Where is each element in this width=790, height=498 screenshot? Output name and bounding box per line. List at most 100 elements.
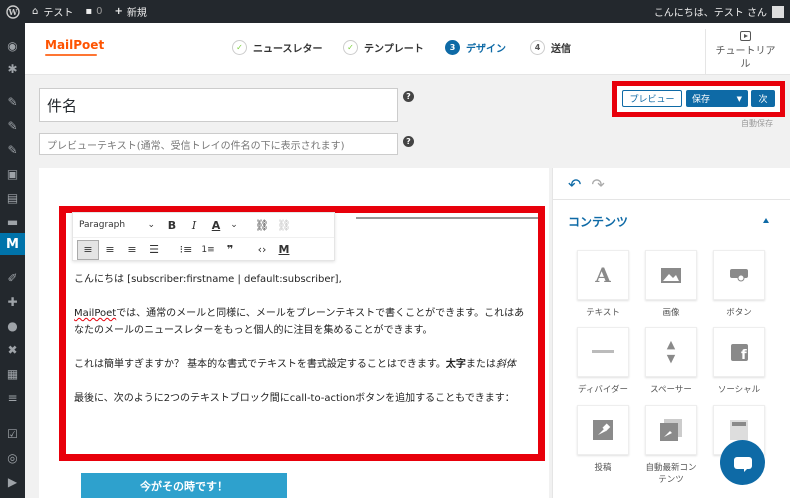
paragraph-intro: MailPoetでは、通常のメールと同様に、メールをプレーンテキストで書くことが… [74, 308, 525, 336]
paragraph-cta: 最後に、次のように2つのテキストブロック間にcall-to-actionボタンを… [74, 393, 515, 404]
site-name-label: テスト [43, 8, 74, 19]
widget-divider[interactable]: ディバイダー [577, 327, 629, 396]
chevron-down-icon[interactable]: ⌄ [227, 215, 241, 235]
circle-icon[interactable]: ◎ [4, 449, 21, 466]
widget-image[interactable]: 画像 [645, 250, 697, 319]
spacer-icon: ▲ ▼ [645, 327, 697, 377]
widget-social[interactable]: f ソーシャル [713, 327, 765, 396]
align-left-icon[interactable]: ≡ [77, 239, 99, 260]
play-icon[interactable]: ▶ [4, 473, 21, 490]
social-icon: f [713, 327, 765, 377]
pages-icon[interactable]: ▤ [4, 189, 21, 206]
content-heading[interactable]: コンテンツ [568, 213, 628, 230]
admin-bar: W ⌂ テスト ▪ 0 + 新規 こんにちは、テスト さん [0, 0, 790, 23]
image-icon [645, 250, 697, 300]
pin-icon[interactable]: ✎ [4, 117, 21, 134]
users-icon[interactable]: ● [4, 317, 21, 334]
plugins-icon[interactable]: ✚ [4, 293, 21, 310]
caret-down-icon[interactable]: ▼ [737, 95, 742, 103]
link-icon[interactable]: ⛓ [251, 215, 273, 235]
tools-icon[interactable]: ✖ [4, 341, 21, 358]
wordpress-logo-icon[interactable]: W [0, 0, 26, 23]
comment-icon: ▪ [85, 6, 93, 17]
bullet-list-icon[interactable]: ⁝≡ [175, 240, 197, 260]
chat-support-button[interactable] [720, 440, 765, 485]
preheader-field[interactable]: プレビューテキスト(通常、受信トレイの件名の下に表示されます) [39, 133, 398, 155]
settings-icon[interactable]: ▦ [4, 365, 21, 382]
save-button[interactable]: 保存 ▼ [686, 90, 748, 107]
pin-icon[interactable]: ✎ [4, 93, 21, 110]
unlink-icon[interactable]: ⛓ [273, 215, 295, 235]
tutorial-button[interactable]: チュートリアル [705, 29, 785, 75]
email-canvas: Paragraph ⌄ B I A ⌄ ⛓ ⛓ ≡ ≡ ≡ ☰ ⁝≡ 1≡ ❞ … [39, 168, 549, 498]
align-right-icon[interactable]: ≡ [121, 240, 143, 260]
gear-icon[interactable]: ✱ [4, 60, 21, 77]
editor-header: MailPoet ✓ ニュースレター ✓ テンプレート 3 デザイン 4 送信 … [25, 23, 790, 75]
checkbox-icon[interactable]: ☑ [4, 425, 21, 442]
collapse-icon[interactable] [763, 218, 769, 223]
help-icon[interactable]: ? [403, 136, 414, 147]
step-send[interactable]: 4 送信 [530, 40, 571, 55]
widget-auto-latest-content[interactable]: 自動最新コンテンツ [645, 405, 697, 486]
dashboard-icon[interactable]: ◉ [4, 37, 21, 54]
account-menu[interactable]: こんにちは、テスト さん [648, 0, 790, 23]
plus-icon: + [114, 6, 123, 17]
play-icon [740, 31, 751, 41]
text-color-icon[interactable]: A [205, 215, 227, 235]
divider-icon [577, 327, 629, 377]
align-center-icon[interactable]: ≡ [99, 240, 121, 260]
actions-highlight: プレビュー 保存 ▼ 次 [612, 81, 785, 117]
chat-icon [733, 456, 752, 472]
step-design[interactable]: 3 デザイン [445, 40, 506, 55]
greeting-line: こんにちは [subscriber:firstname | default:su… [74, 274, 342, 285]
redo-icon[interactable]: ↷ [591, 175, 604, 194]
code-icon[interactable]: ‹› [251, 240, 273, 260]
undo-icon[interactable]: ↶ [568, 175, 581, 194]
subject-field[interactable]: 件名 [39, 88, 398, 122]
step-number: 4 [530, 40, 545, 55]
preview-button[interactable]: プレビュー [622, 90, 682, 107]
site-name-link[interactable]: ⌂ テスト [26, 0, 79, 23]
cta-button[interactable]: 今がその時です！ [81, 473, 287, 498]
step-newsletter[interactable]: ✓ ニュースレター [232, 40, 323, 55]
editor-area: Paragraph ⌄ B I A ⌄ ⛓ ⛓ ≡ ≡ ≡ ☰ ⁝≡ 1≡ ❞ … [25, 168, 552, 498]
shortcode-icon[interactable]: M [273, 240, 295, 260]
widget-posts[interactable]: 投稿 [577, 405, 629, 474]
comments-link[interactable]: ▪ 0 [79, 0, 108, 23]
align-justify-icon[interactable]: ☰ [143, 240, 165, 260]
bold-icon[interactable]: B [161, 215, 183, 235]
comments-count: 0 [96, 6, 103, 17]
posts-icon [577, 405, 629, 455]
svg-text:f: f [741, 348, 747, 361]
main-area: MailPoet ✓ ニュースレター ✓ テンプレート 3 デザイン 4 送信 … [25, 23, 790, 498]
admin-menu: ◉ ✱ ✎ ✎ ✎ ▣ ▤ ▬ M ✐ ✚ ● ✖ ▦ ≡ ☑ ◎ ▶ [0, 23, 25, 498]
auto-latest-content-icon [645, 405, 697, 455]
widget-text[interactable]: A テキスト [577, 250, 629, 319]
next-button[interactable]: 次 [751, 90, 775, 107]
save-label: 保存 [692, 95, 711, 105]
italic-icon[interactable]: I [183, 215, 205, 235]
appearance-icon[interactable]: ✐ [4, 269, 21, 286]
comment-icon[interactable]: ▬ [4, 213, 21, 230]
tutorial-label: チュートリアル [715, 46, 776, 70]
autosave-label: 自動保存 [741, 119, 773, 128]
step-template[interactable]: ✓ テンプレート [343, 40, 424, 55]
pin-icon[interactable]: ✎ [4, 141, 21, 158]
text-block-highlight[interactable]: Paragraph ⌄ B I A ⌄ ⛓ ⛓ ≡ ≡ ≡ ☰ ⁝≡ 1≡ ❞ … [59, 206, 545, 461]
blockquote-icon[interactable]: ❞ [219, 240, 241, 260]
mailpoet-icon[interactable]: M [0, 233, 25, 255]
text-icon: A [577, 250, 629, 300]
check-icon: ✓ [343, 40, 358, 55]
text-block-content[interactable]: こんにちは [subscriber:firstname | default:su… [74, 271, 534, 424]
numbered-list-icon[interactable]: 1≡ [197, 240, 219, 260]
list-icon[interactable]: ≡ [4, 389, 21, 406]
help-icon[interactable]: ? [403, 91, 414, 102]
format-select[interactable]: Paragraph ⌄ [73, 220, 161, 230]
new-content-link[interactable]: + 新規 [109, 0, 153, 23]
step-number: 3 [445, 40, 460, 55]
widget-button[interactable]: ボタン [713, 250, 765, 319]
widget-spacer[interactable]: ▲ ▼ スペーサー [645, 327, 697, 396]
paragraph-formatting: これは簡単すぎますか？ 基本的な書式でテキストを書式設定することはできます。太字… [74, 359, 516, 370]
media-icon[interactable]: ▣ [4, 165, 21, 182]
text-format-toolbar: Paragraph ⌄ B I A ⌄ ⛓ ⛓ ≡ ≡ ≡ ☰ ⁝≡ 1≡ ❞ … [72, 212, 335, 261]
